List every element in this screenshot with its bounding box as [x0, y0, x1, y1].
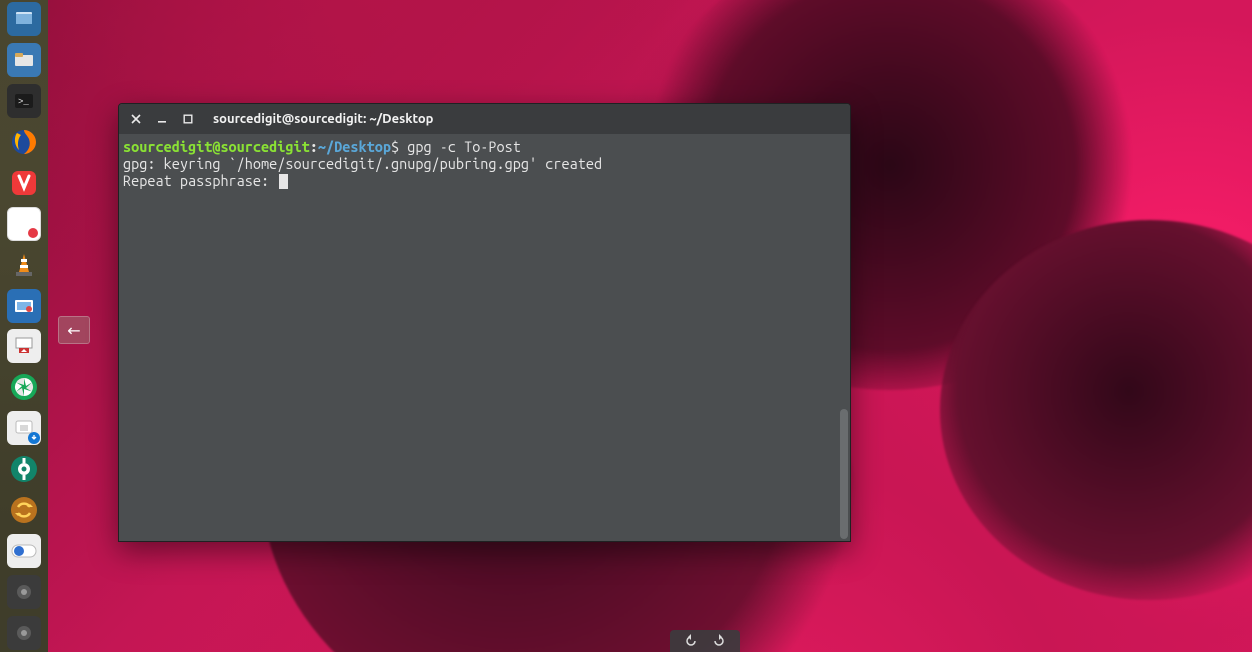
terminal-body[interactable]: sourcedigit@sourcedigit:~/Desktop$ gpg -… — [119, 134, 850, 541]
prompt-user-host: sourcedigit@sourcedigit — [123, 138, 310, 155]
software-icon — [7, 411, 41, 445]
prompt-dollar: $ — [391, 138, 399, 155]
window-close-button[interactable] — [129, 112, 143, 126]
launcher-item-settings[interactable] — [4, 450, 44, 488]
prompt-path: ~/Desktop — [318, 138, 391, 155]
terminal-window: sourcedigit@sourcedigit: ~/Desktop sourc… — [118, 103, 851, 542]
svg-text:>_: >_ — [18, 97, 29, 107]
launcher-item-vivaldi[interactable] — [4, 164, 44, 202]
window-titlebar[interactable]: sourcedigit@sourcedigit: ~/Desktop — [119, 104, 850, 134]
prompt-colon: : — [310, 138, 318, 155]
launcher-item-downloads[interactable] — [4, 328, 44, 366]
terminal-icon: >_ — [7, 84, 41, 118]
back-arrow-widget[interactable]: ← — [58, 316, 90, 344]
terminal-line-prompt: sourcedigit@sourcedigit:~/Desktop$ gpg -… — [123, 138, 846, 155]
window-title: sourcedigit@sourcedigit: ~/Desktop — [213, 112, 433, 126]
launcher-item-vlc[interactable] — [4, 246, 44, 284]
launcher-item-toggle[interactable] — [4, 532, 44, 570]
shutter-icon — [7, 370, 41, 404]
terminal-output-text: Repeat passphrase: — [123, 172, 277, 189]
sync-icon — [7, 493, 41, 527]
undo-button[interactable] — [684, 634, 698, 648]
desktop: >_ — [0, 0, 1252, 652]
launcher-item-nautilus[interactable] — [4, 41, 44, 79]
unknown-2-icon — [7, 616, 41, 650]
launcher-item-unknown-1[interactable] — [4, 573, 44, 611]
unknown-1-icon — [7, 575, 41, 609]
launcher-item-screenshot[interactable] — [4, 287, 44, 325]
window-maximize-button[interactable] — [181, 112, 195, 126]
screenshot-icon — [7, 289, 41, 323]
files-icon — [7, 2, 41, 36]
nautilus-icon — [7, 43, 41, 77]
arrow-left-icon: ← — [67, 321, 80, 340]
launcher-item-terminal[interactable]: >_ — [4, 82, 44, 120]
notes-icon — [7, 207, 41, 241]
terminal-scrollbar[interactable] — [840, 409, 848, 539]
vivaldi-icon — [7, 166, 41, 200]
vlc-icon — [7, 248, 41, 282]
window-minimize-button[interactable] — [155, 112, 169, 126]
close-icon — [131, 114, 141, 124]
redo-icon — [712, 634, 726, 648]
settings-gear-icon — [7, 452, 41, 486]
toggle-icon — [7, 534, 41, 568]
terminal-line-output: Repeat passphrase: — [123, 172, 846, 189]
launcher-item-sync[interactable] — [4, 491, 44, 529]
terminal-line-output: gpg: keyring `/home/sourcedigit/.gnupg/p… — [123, 155, 846, 172]
terminal-command: gpg -c To-Post — [399, 138, 521, 155]
launcher-item-notes[interactable] — [4, 205, 44, 243]
bottom-refresh-toolbar — [670, 630, 740, 652]
redo-button[interactable] — [712, 634, 726, 648]
downloads-icon — [7, 329, 41, 363]
launcher-item-firefox[interactable] — [4, 123, 44, 161]
maximize-icon — [183, 114, 193, 124]
minimize-icon — [157, 114, 167, 124]
launcher-item-unknown-2[interactable] — [4, 614, 44, 652]
undo-icon — [684, 634, 698, 648]
launcher-item-files[interactable] — [4, 0, 44, 38]
firefox-icon — [7, 125, 41, 159]
launcher-dock: >_ — [0, 0, 48, 652]
launcher-item-shutter[interactable] — [4, 368, 44, 406]
terminal-cursor — [279, 174, 288, 189]
launcher-item-software[interactable] — [4, 409, 44, 447]
